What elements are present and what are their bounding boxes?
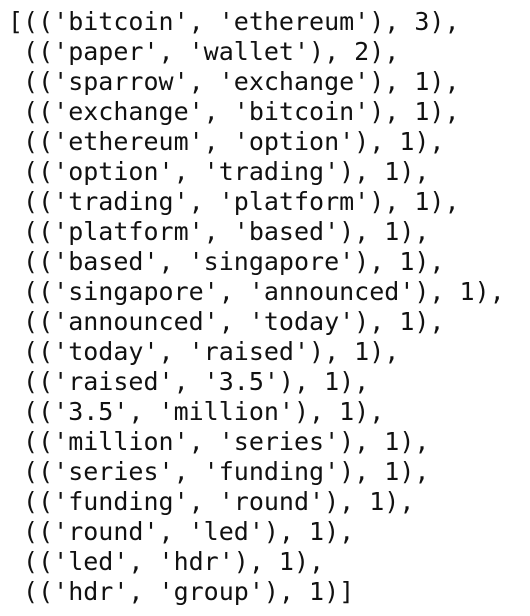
output-line: (('3.5', 'million'), 1), [8,397,385,426]
output-line: (('led', 'hdr'), 1), [8,547,325,576]
console-output: [(('bitcoin', 'ethereum'), 3), (('paper'… [8,7,505,607]
output-line: (('funding', 'round'), 1), [8,487,415,516]
output-line: (('sparrow', 'exchange'), 1), [8,67,460,96]
output-line: (('platform', 'based'), 1), [8,217,430,246]
output-line: (('option', 'trading'), 1), [8,157,430,186]
output-line: (('ethereum', 'option'), 1), [8,127,445,156]
output-line: (('million', 'series'), 1), [8,427,430,456]
output-line: (('based', 'singapore'), 1), [8,247,445,276]
output-line: (('round', 'led'), 1), [8,517,355,546]
output-line: (('series', 'funding'), 1), [8,457,430,486]
output-line: (('exchange', 'bitcoin'), 1), [8,97,460,126]
output-line: (('paper', 'wallet'), 2), [8,37,400,66]
output-line: (('hdr', 'group'), 1)] [8,577,355,606]
output-line: (('raised', '3.5'), 1), [8,367,370,396]
output-line: [(('bitcoin', 'ethereum'), 3), [8,7,460,36]
output-line: (('today', 'raised'), 1), [8,337,400,366]
output-line: (('announced', 'today'), 1), [8,307,445,336]
output-line: (('trading', 'platform'), 1), [8,187,460,216]
output-line: (('singapore', 'announced'), 1), [8,277,505,306]
